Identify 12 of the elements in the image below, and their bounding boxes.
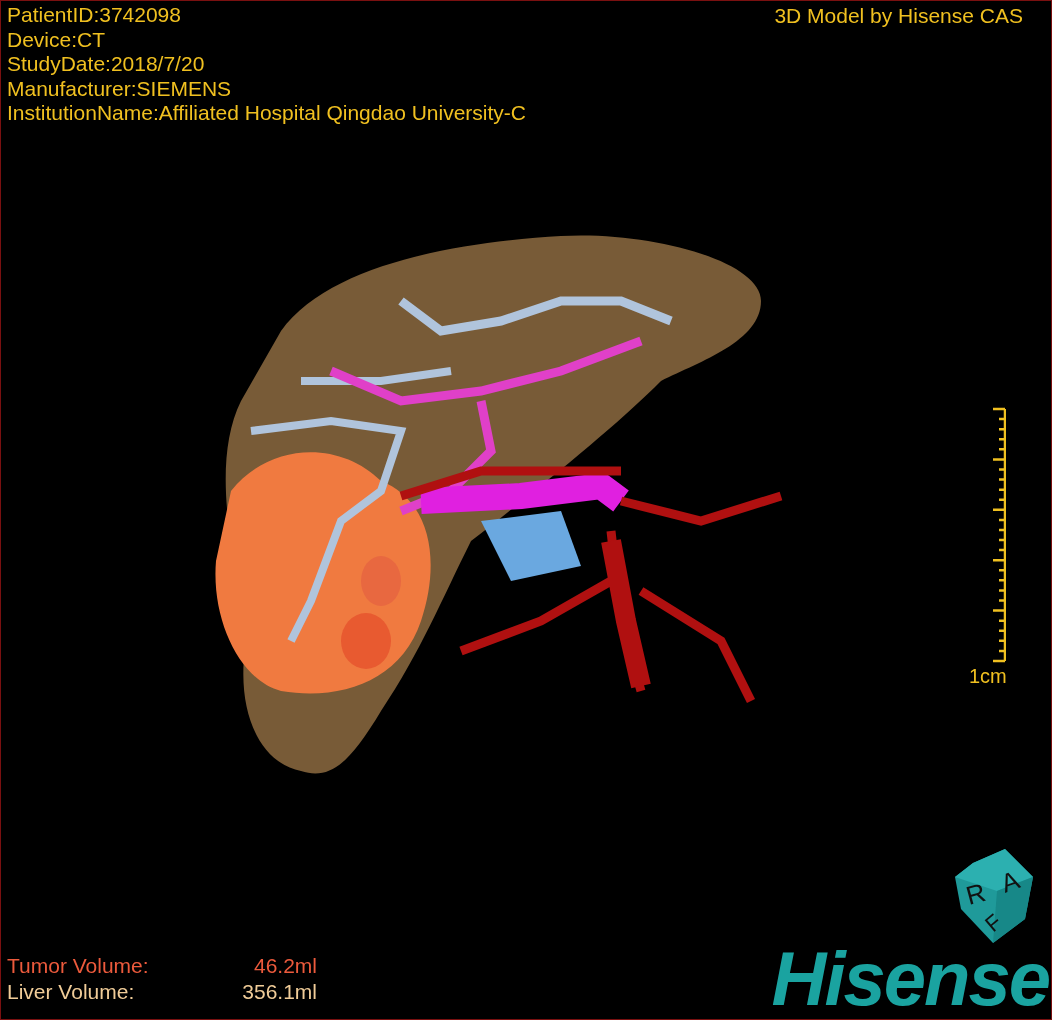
app-title: 3D Model by Hisense CAS	[774, 3, 1024, 29]
volume-value: 356.1ml	[241, 979, 317, 1005]
study-info-text: StudyDate:2018/7/20	[7, 52, 206, 77]
volume-label: Liver Volume:	[7, 979, 136, 1005]
study-info-text: Manufacturer:SIEMENS	[7, 76, 233, 101]
scale-label: 1cm	[969, 664, 1007, 688]
orientation-cube[interactable]: R A F	[953, 849, 1035, 945]
study-info-text: InstitutionName:Affiliated Hospital Qingdao University-C	[7, 101, 526, 126]
study-info-text: PatientID:3742098	[7, 3, 182, 28]
volume-value: 46.2ml	[252, 953, 317, 979]
study-info-text: Device:CT	[7, 27, 107, 52]
volume-label: Tumor Volume:	[7, 953, 150, 979]
